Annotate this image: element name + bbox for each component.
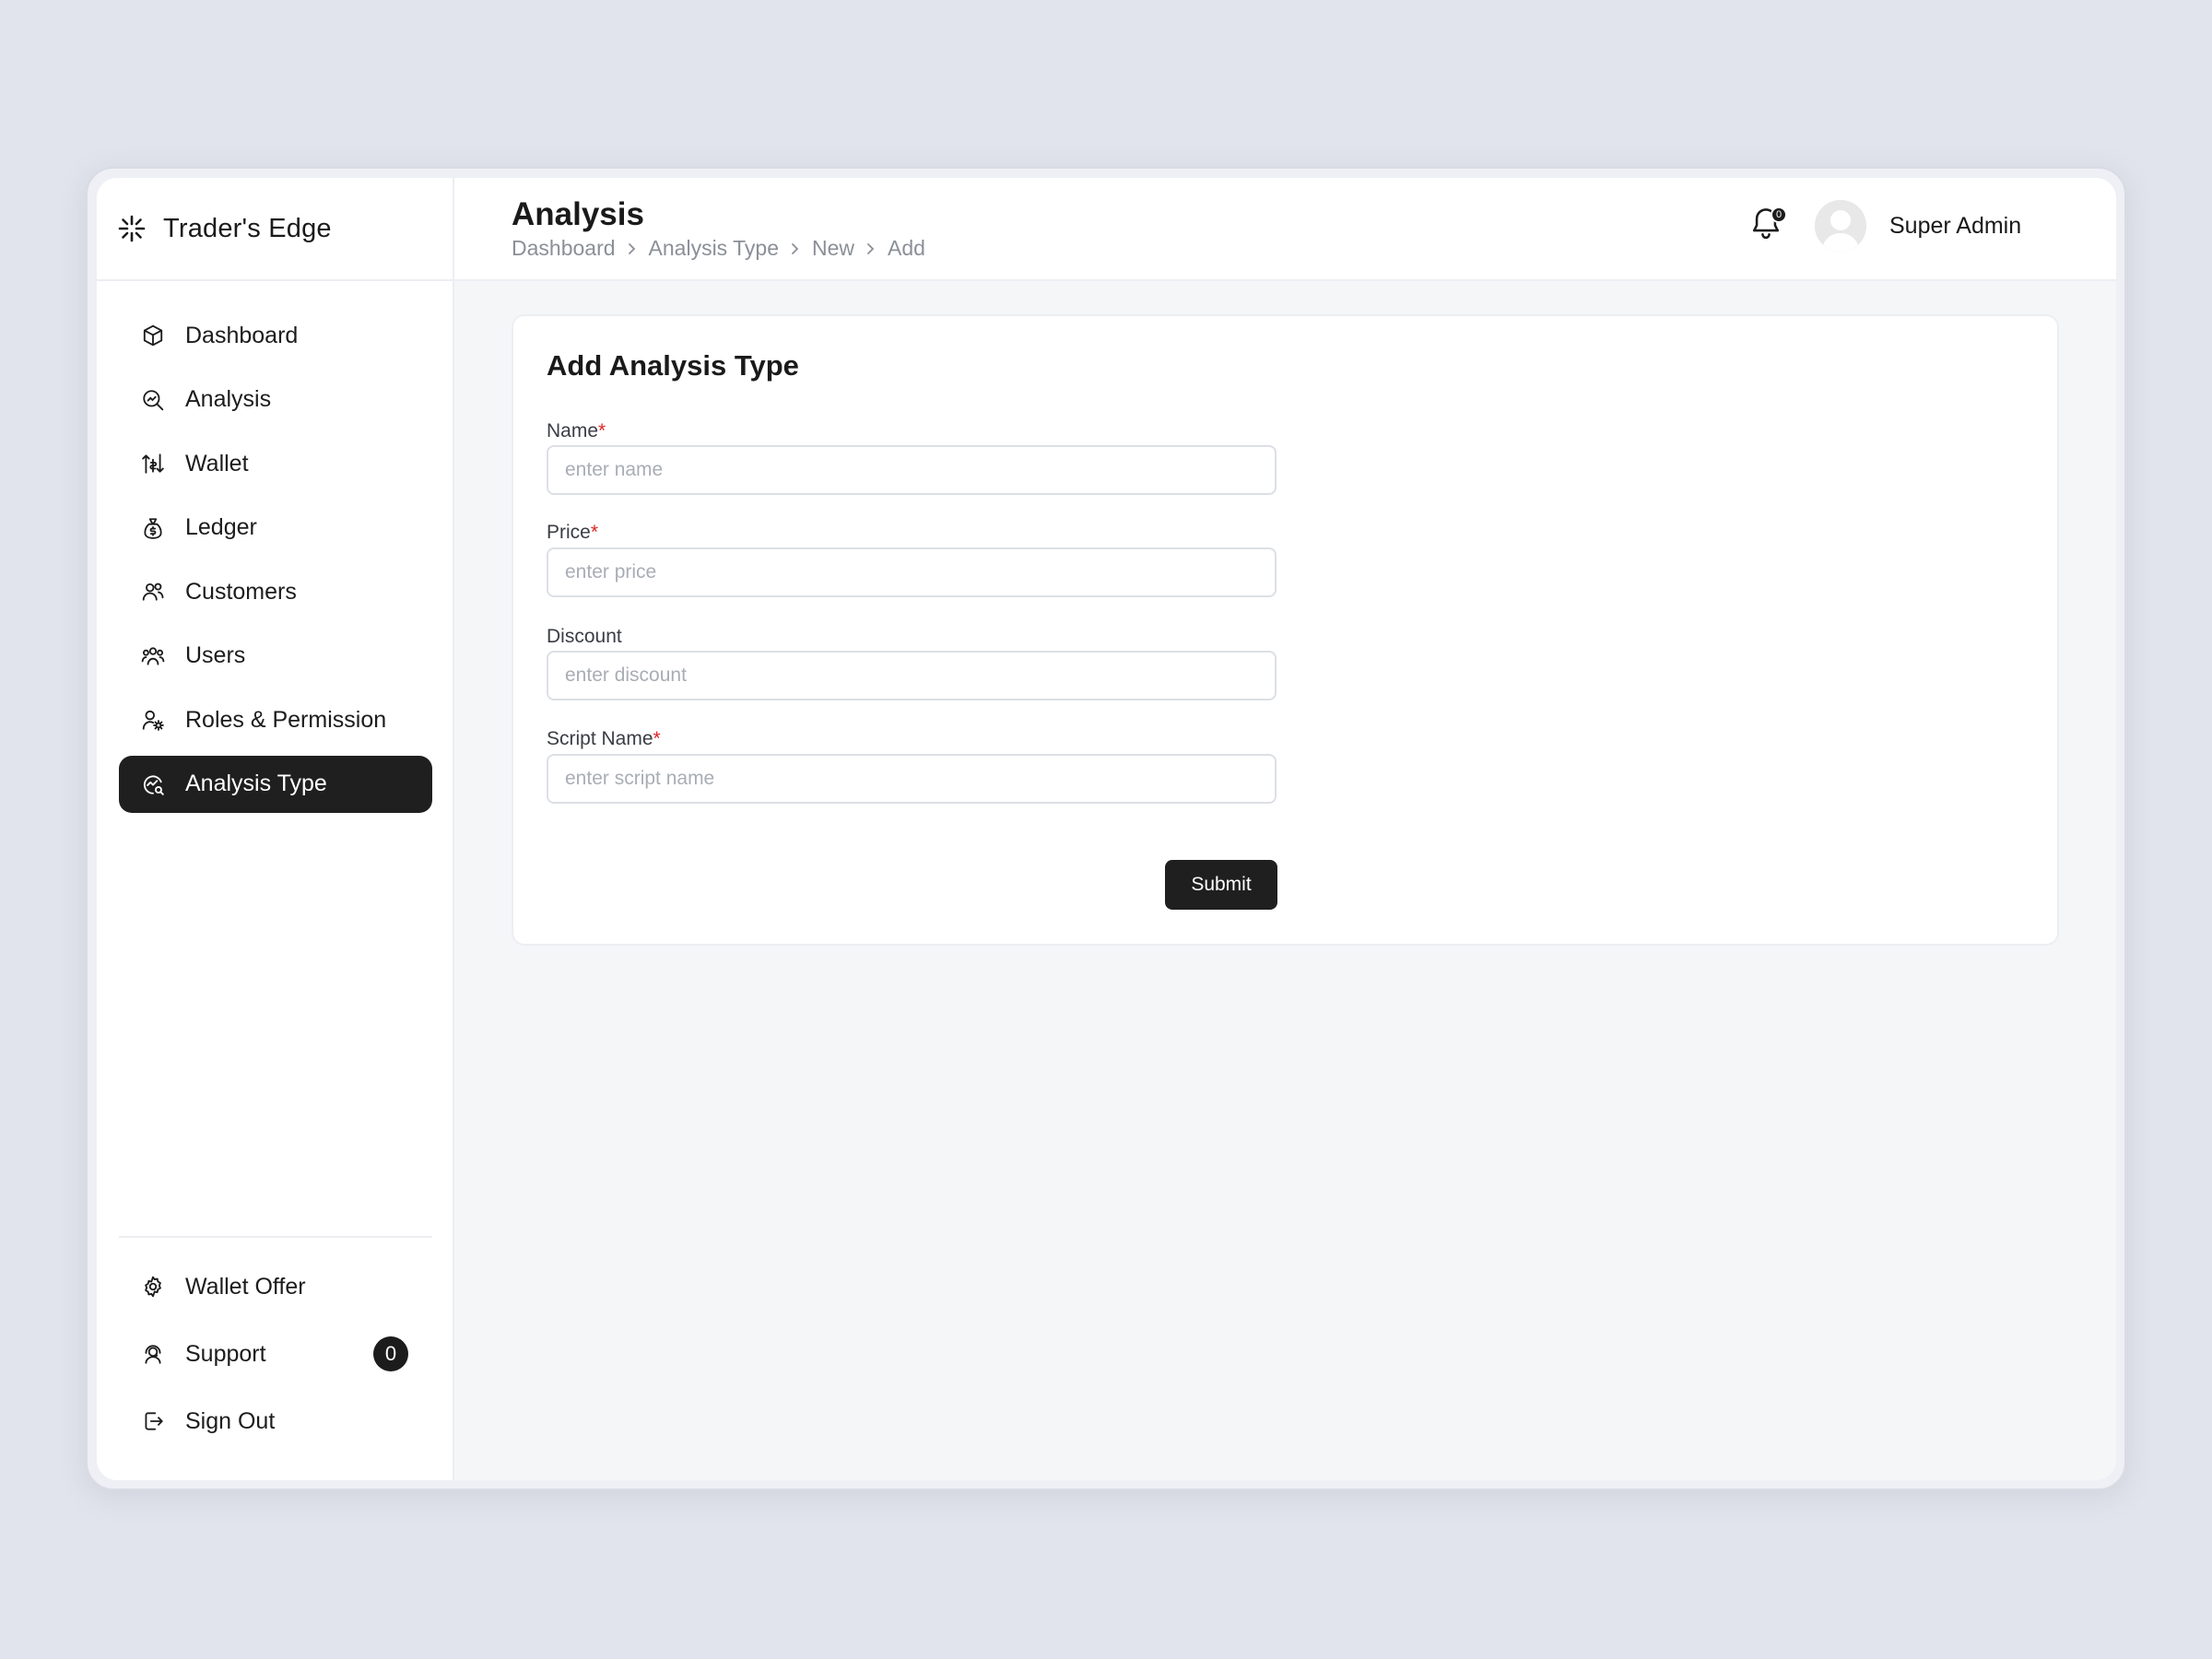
sparkle-logo-icon	[117, 214, 147, 243]
support-agent-icon	[139, 1340, 167, 1368]
customers-icon	[139, 578, 167, 606]
breadcrumb: Dashboard Analysis Type New Add	[512, 236, 925, 261]
sidebar-item-label: Ledger	[185, 514, 257, 540]
brand[interactable]: Trader's Edge	[97, 178, 454, 281]
money-bag-icon	[139, 514, 167, 542]
script-name-field-label: Script Name*	[547, 728, 661, 750]
page-title: Analysis	[512, 196, 644, 232]
discount-field-label: Discount	[547, 626, 622, 648]
breadcrumb-dashboard[interactable]: Dashboard	[512, 236, 616, 261]
wallet-transfer-icon	[139, 450, 167, 477]
sidebar-item-label: Wallet	[185, 450, 249, 477]
script-name-input[interactable]	[547, 754, 1277, 804]
sidebar-item-analysis-type[interactable]: Analysis Type	[119, 755, 432, 813]
sidebar-item-dashboard[interactable]: Dashboard	[119, 307, 432, 364]
name-input[interactable]	[547, 445, 1277, 495]
required-asterisk: *	[590, 522, 599, 543]
sidebar-item-sign-out[interactable]: Sign Out	[119, 1393, 432, 1450]
users-icon	[139, 642, 167, 670]
top-bar: Analysis Dashboard Analysis Type New Add…	[454, 178, 2116, 281]
sidebar-item-label: Analysis	[185, 386, 272, 412]
sidebar-item-label: Roles & Permission	[185, 706, 387, 733]
name-label-text: Name	[547, 420, 599, 441]
app-window: Trader's Edge Dashboard Analysis Wallet	[97, 178, 2116, 1480]
discount-input[interactable]	[547, 651, 1277, 700]
chevron-right-icon	[627, 241, 638, 256]
gear-icon	[139, 1273, 167, 1300]
sidebar-item-label: Wallet Offer	[185, 1273, 306, 1300]
script-name-label-text: Script Name	[547, 728, 653, 749]
sign-out-icon	[139, 1407, 167, 1435]
sidebar-item-users[interactable]: Users	[119, 628, 432, 685]
name-field-label: Name*	[547, 420, 606, 442]
submit-button[interactable]: Submit	[1165, 860, 1277, 910]
sidebar-item-label: Dashboard	[185, 322, 299, 348]
sidebar-item-customers[interactable]: Customers	[119, 563, 432, 620]
sidebar-item-support[interactable]: Support 0	[119, 1325, 432, 1382]
sidebar-item-label: Customers	[185, 578, 297, 605]
sidebar-item-roles-permission[interactable]: Roles & Permission	[119, 691, 432, 748]
sidebar-item-label: Users	[185, 642, 246, 668]
sidebar-nav: Dashboard Analysis Wallet Ledger Custome…	[119, 307, 432, 819]
form-title: Add Analysis Type	[547, 349, 799, 382]
discount-label-text: Discount	[547, 626, 622, 647]
required-asterisk: *	[598, 420, 606, 441]
notification-count-badge: 0	[1771, 206, 1787, 223]
sidebar-item-wallet[interactable]: Wallet	[119, 435, 432, 492]
chevron-right-icon	[865, 241, 877, 256]
sidebar-item-label: Analysis Type	[185, 771, 327, 796]
cube-icon	[139, 322, 167, 349]
price-field-label: Price*	[547, 522, 598, 544]
chart-search-icon	[139, 771, 167, 798]
sidebar-item-label: Sign Out	[185, 1407, 276, 1434]
price-input[interactable]	[547, 547, 1277, 597]
required-asterisk: *	[653, 728, 661, 749]
user-gear-icon	[139, 706, 167, 734]
sidebar-item-label: Support	[185, 1340, 266, 1367]
add-analysis-type-card: Add Analysis Type Name* Price* Discount …	[512, 314, 2059, 946]
sidebar-item-analysis[interactable]: Analysis	[119, 371, 432, 429]
sidebar-bottom-nav: Wallet Offer Support 0 Sign Out	[119, 1236, 432, 1460]
breadcrumb-add: Add	[888, 236, 925, 260]
sidebar-item-wallet-offer[interactable]: Wallet Offer	[119, 1258, 432, 1315]
sidebar: Trader's Edge Dashboard Analysis Wallet	[97, 178, 454, 1480]
price-label-text: Price	[547, 522, 591, 543]
avatar[interactable]	[1815, 200, 1866, 252]
brand-name: Trader's Edge	[163, 213, 332, 243]
breadcrumb-new[interactable]: New	[812, 236, 854, 261]
support-count-badge: 0	[373, 1336, 408, 1371]
sidebar-item-ledger[interactable]: Ledger	[119, 500, 432, 557]
bell-icon	[1750, 208, 1782, 246]
magnifier-chart-icon	[139, 386, 167, 414]
notification-button[interactable]: 0	[1750, 206, 1787, 246]
user-name[interactable]: Super Admin	[1889, 213, 2021, 240]
breadcrumb-analysis-type[interactable]: Analysis Type	[649, 236, 779, 261]
chevron-right-icon	[790, 241, 801, 256]
